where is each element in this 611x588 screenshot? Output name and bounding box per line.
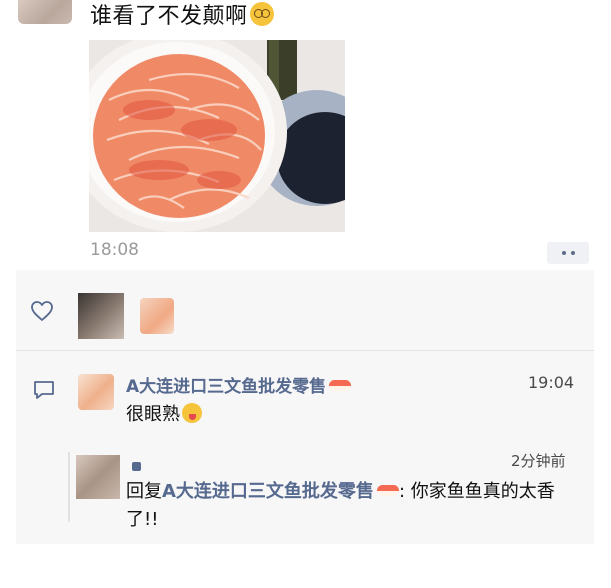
reply-prefix: 回复: [126, 481, 162, 502]
comment-text[interactable]: 很眼熟: [126, 400, 202, 426]
more-options-button[interactable]: [547, 242, 589, 264]
reply-author-avatar[interactable]: [76, 455, 120, 499]
sushi-emoji: [329, 380, 352, 391]
author-avatar[interactable]: [18, 0, 72, 24]
comment-author[interactable]: A大连进口三文鱼批发零售: [126, 372, 352, 397]
post-text: 谁看了不发颠啊: [90, 2, 274, 32]
reply-author-name-obscured[interactable]: [132, 462, 141, 471]
more-dot-icon: [561, 251, 566, 255]
post-timestamp: 18:08: [90, 240, 139, 260]
panel-divider: [16, 350, 594, 351]
sushi-emoji: [376, 485, 399, 496]
reply-thread-line: [68, 452, 70, 522]
reply-time: 2分钟前: [511, 452, 566, 470]
reply-text[interactable]: 回复A大连进口三文鱼批发零售: 你家鱼鱼真的太香了!!: [126, 478, 586, 534]
dizzy-face-emoji: [249, 2, 274, 26]
comment-text-content: 很眼熟: [126, 404, 180, 425]
post-text-content: 谁看了不发颠啊: [90, 4, 248, 29]
comment-time: 19:04: [528, 373, 575, 392]
comment-author-avatar[interactable]: [78, 374, 114, 410]
more-dot-icon: [570, 251, 575, 255]
comment-icon: [34, 381, 54, 399]
heart-outline-icon: [31, 301, 53, 321]
comment-author-name[interactable]: A大连进口三文鱼批发零售: [126, 377, 326, 397]
tongue-out-emoji: [182, 403, 202, 423]
like-avatar-2[interactable]: [140, 298, 174, 334]
like-avatar-1[interactable]: [78, 293, 124, 339]
salmon-sashimi-photo: [89, 40, 345, 232]
reply-target-name[interactable]: A大连进口三文鱼批发零售: [162, 481, 374, 502]
post-photo[interactable]: [89, 40, 345, 232]
